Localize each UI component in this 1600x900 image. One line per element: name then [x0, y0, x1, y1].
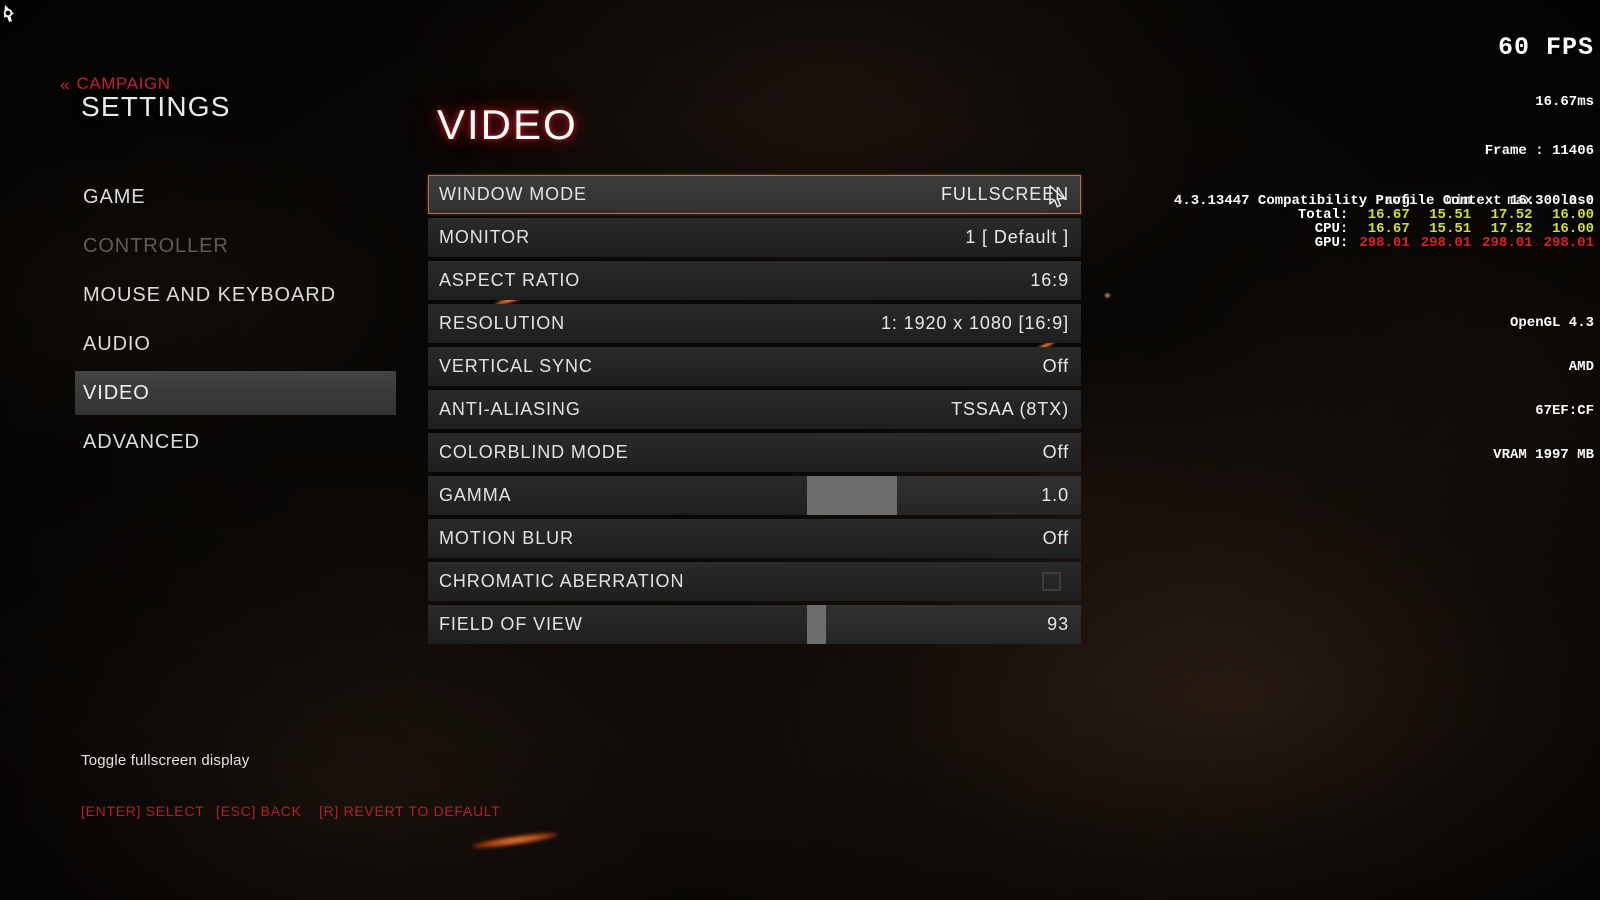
- perf-stat-min: 15.51: [1429, 221, 1472, 237]
- option-row-aspect-ratio[interactable]: ASPECT RATIO 16:9: [428, 261, 1081, 300]
- slider-fill[interactable]: [807, 605, 827, 644]
- option-value[interactable]: 16:9: [1030, 270, 1081, 291]
- perf-api: OpenGL 4.3: [1509, 315, 1594, 331]
- back-chevron-icon: «: [60, 74, 70, 94]
- perf-stat-avg: 298.01: [1359, 235, 1410, 251]
- sidebar-item-label: CONTROLLER: [83, 234, 229, 257]
- option-row-chromatic-aberration[interactable]: CHROMATIC ABERRATION: [428, 562, 1081, 601]
- ember-spark: [471, 830, 559, 851]
- perf-fps: 60 FPS: [1497, 33, 1594, 62]
- performance-overlay: 60 FPS 16.67ms Frame : 11406 avg min max la…: [1298, 3, 1594, 522]
- option-value[interactable]: Off: [1043, 528, 1081, 549]
- perf-stat-name: Total:: [1297, 207, 1349, 223]
- option-label: MOTION BLUR: [439, 528, 574, 548]
- footer-key-hint: [ESC] BACK: [216, 803, 302, 819]
- perf-driver-context: 4.3.13447 Compatibility Profile Context …: [1173, 193, 1594, 209]
- page-title: SETTINGS: [81, 91, 231, 122]
- perf-frametime: 16.67ms: [1535, 94, 1594, 110]
- footer-key-hint: [ENTER] SELECT: [81, 803, 205, 819]
- perf-stat-max: 17.52: [1490, 207, 1533, 223]
- option-row-window-mode[interactable]: WINDOW MODE FULLSCREEN: [428, 175, 1081, 214]
- section-title: VIDEO: [437, 101, 578, 148]
- slider-track[interactable]: [807, 605, 1081, 644]
- footer-key-hint: [R] REVERT TO DEFAULT: [319, 803, 501, 819]
- option-label: CHROMATIC ABERRATION: [439, 571, 685, 591]
- option-value[interactable]: 1.0: [1041, 485, 1081, 506]
- settings-category-sidebar: GAME CONTROLLER MOUSE AND KEYBOARD AUDIO VID…: [75, 175, 396, 469]
- option-row-gamma[interactable]: GAMMA 1.0: [428, 476, 1081, 515]
- sidebar-item-controller: CONTROLLER: [75, 224, 396, 268]
- option-value[interactable]: Off: [1043, 442, 1081, 463]
- option-row-field-of-view[interactable]: FIELD OF VIEW 93: [428, 605, 1081, 644]
- os-cursor-icon: [3, 5, 14, 22]
- option-label: FIELD OF VIEW: [439, 614, 583, 634]
- sidebar-item-video[interactable]: VIDEO: [75, 371, 396, 415]
- perf-stat-row: GPU: 298.01 298.01 298.01 298.01: [1298, 236, 1594, 250]
- option-row-vertical-sync[interactable]: VERTICAL SYNC Off: [428, 347, 1081, 386]
- sidebar-item-label: AUDIO: [83, 332, 151, 355]
- sidebar-item-mouse-and-keyboard[interactable]: MOUSE AND KEYBOARD: [75, 273, 396, 317]
- perf-stat-min: 298.01: [1420, 235, 1472, 251]
- perf-stat-max: 17.52: [1490, 221, 1533, 237]
- perf-frame-count: Frame : 11406: [1484, 143, 1594, 159]
- perf-vram: VRAM 1997 MB: [1493, 447, 1594, 463]
- sidebar-item-label: VIDEO: [83, 381, 150, 404]
- option-value[interactable]: Off: [1043, 356, 1081, 377]
- video-options-panel: WINDOW MODE FULLSCREEN MONITOR 1 [ Default …: [428, 175, 1081, 648]
- perf-stat-min: 15.51: [1429, 207, 1472, 223]
- slider-fill[interactable]: [807, 476, 898, 515]
- option-label: RESOLUTION: [439, 313, 566, 333]
- perf-stat-row: CPU: 16.67 15.51 17.52 16.00: [1298, 222, 1594, 236]
- sidebar-item-label: ADVANCED: [83, 430, 200, 453]
- perf-stat-row: Total: 16.67 15.51 17.52 16.00: [1298, 208, 1594, 222]
- option-row-anti-aliasing[interactable]: ANTI-ALIASING TSSAA (8TX): [428, 390, 1081, 429]
- option-row-motion-blur[interactable]: MOTION BLUR Off: [428, 519, 1081, 558]
- option-label: WINDOW MODE: [439, 184, 587, 204]
- perf-stat-last: 16.00: [1551, 207, 1594, 223]
- sidebar-item-game[interactable]: GAME: [75, 175, 396, 219]
- perf-stat-name: GPU:: [1314, 235, 1349, 251]
- perf-stat-avg: 16.67: [1367, 207, 1410, 223]
- option-label: MONITOR: [439, 227, 530, 247]
- option-label: ASPECT RATIO: [439, 270, 581, 290]
- perf-stat-name: CPU:: [1314, 221, 1349, 237]
- perf-system-info: OpenGL 4.3 AMD 67EF:CF VRAM 1997 MB: [1298, 286, 1594, 490]
- option-hint-text: Toggle fullscreen display: [81, 752, 250, 769]
- perf-stat-avg: 16.67: [1367, 221, 1410, 237]
- sidebar-item-label: MOUSE AND KEYBOARD: [83, 283, 336, 306]
- perf-stat-max: 298.01: [1482, 235, 1533, 251]
- option-value[interactable]: TSSAA (8TX): [951, 399, 1081, 420]
- option-label: ANTI-ALIASING: [439, 399, 581, 419]
- option-label: GAMMA: [439, 485, 512, 505]
- perf-stat-last: 16.00: [1551, 221, 1594, 237]
- ember-spark: [1104, 293, 1111, 298]
- option-value[interactable]: FULLSCREEN: [941, 184, 1080, 205]
- sidebar-item-audio[interactable]: AUDIO: [75, 322, 396, 366]
- option-value[interactable]: 93: [1047, 614, 1081, 635]
- option-checkbox[interactable]: [1042, 572, 1061, 591]
- option-value[interactable]: 1: 1920 x 1080 [16:9]: [881, 313, 1081, 334]
- option-value[interactable]: 1 [ Default ]: [965, 227, 1081, 248]
- option-label: COLORBLIND MODE: [439, 442, 629, 462]
- option-row-monitor[interactable]: MONITOR 1 [ Default ]: [428, 218, 1081, 257]
- option-label: VERTICAL SYNC: [439, 356, 593, 376]
- perf-vendor: AMD: [1568, 359, 1594, 375]
- perf-device-id: 67EF:CF: [1535, 403, 1594, 419]
- footer-key-hints: [ENTER] SELECT [ESC] BACK [R] REVERT TO DE…: [81, 803, 500, 819]
- sidebar-item-label: GAME: [83, 185, 146, 208]
- perf-stat-last: 298.01: [1543, 235, 1594, 251]
- game-settings-screen: « CAMPAIGN SETTINGS GAME CONTROLLER MOUSE …: [0, 0, 1600, 900]
- option-row-colorblind-mode[interactable]: COLORBLIND MODE Off: [428, 433, 1081, 472]
- sidebar-item-advanced[interactable]: ADVANCED: [75, 420, 396, 464]
- option-row-resolution[interactable]: RESOLUTION 1: 1920 x 1080 [16:9]: [428, 304, 1081, 343]
